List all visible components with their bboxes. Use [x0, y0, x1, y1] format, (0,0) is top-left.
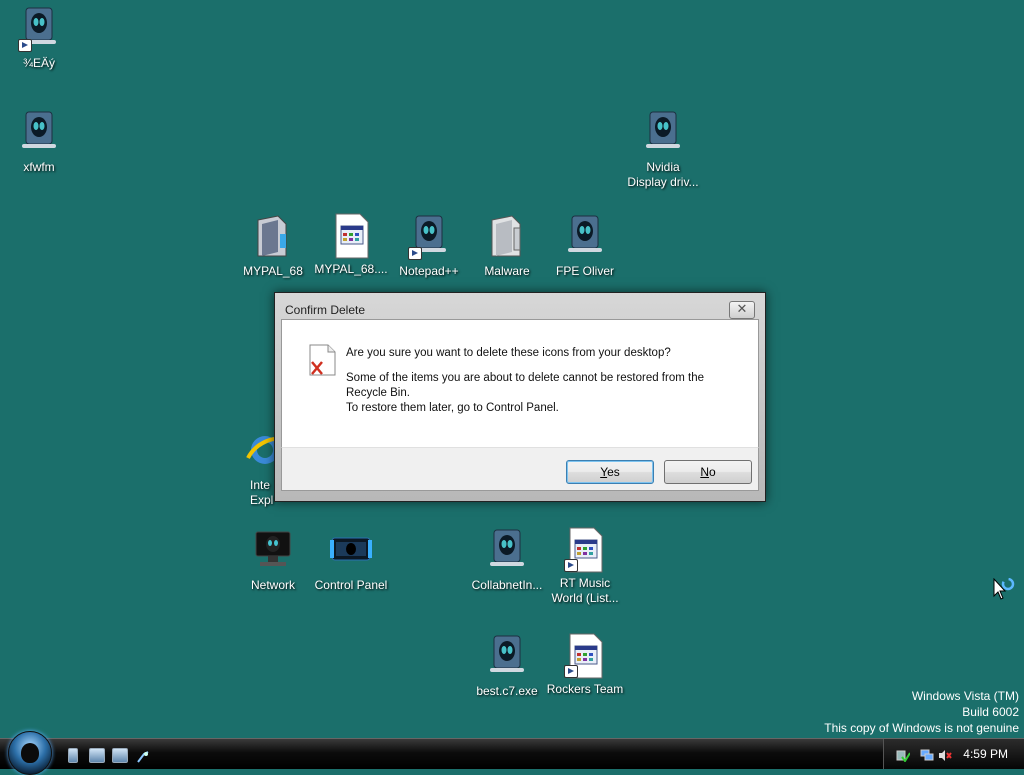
desktop-icon-label: xfwfm [23, 160, 55, 174]
alien-icon [486, 528, 528, 576]
desktop-icon-label: CollabnetIn... [471, 578, 543, 592]
alien-icon [18, 6, 60, 54]
desktop-icon-label: ¾EÄý [22, 56, 55, 70]
desktop-icon-label: MYPAL_68 [243, 264, 303, 278]
dialog-question: Are you sure you want to delete these ic… [346, 347, 671, 359]
desktop-icon-malware[interactable]: Malware [464, 214, 550, 279]
desktop-icon-rt-music-world[interactable]: RT Music World (List... [542, 526, 628, 606]
desktop-icon-notepadpp[interactable]: Notepad++ [386, 214, 472, 279]
desktop-icon-best-c7[interactable]: best.c7.exe [464, 634, 550, 699]
desktop-icon-label: Rockers Team [546, 682, 624, 696]
busy-cursor-icon [993, 577, 1015, 602]
desktop-icon-1[interactable]: ¾EÄý [0, 6, 82, 71]
no-button[interactable]: No [664, 460, 752, 484]
folder-icon [252, 214, 294, 262]
close-icon: ✕ [736, 302, 748, 317]
yes-button[interactable]: Yes [566, 460, 654, 484]
file-delete-icon [308, 344, 336, 376]
desktop-icon-nvidia-driver[interactable]: Nvidia Display driv... [620, 110, 706, 190]
desktop-icon-label: best.c7.exe [476, 684, 538, 698]
desktop-icon-label: Malware [484, 264, 530, 278]
desktop-icon-xfwfm[interactable]: xfwfm [0, 110, 82, 175]
dialog-note-line-1: Some of the items you are about to delet… [346, 372, 704, 384]
windows-watermark: Windows Vista (TM) Build 6002 This copy … [824, 688, 1019, 736]
alien-icon [18, 110, 60, 158]
watermark-genuine-notice: This copy of Windows is not genuine [824, 721, 1019, 735]
close-button[interactable]: ✕ [729, 301, 755, 319]
safely-remove-hardware-icon[interactable] [896, 747, 911, 763]
desktop-icon-label: RT Music World (List... [551, 576, 619, 605]
shortcut-arrow-icon [408, 247, 422, 260]
desktop-icon-label: FPE Oliver [555, 264, 614, 278]
start-button[interactable] [8, 731, 52, 775]
show-desktop-icon[interactable] [68, 748, 78, 763]
desktop-icon-label: Control Panel [314, 578, 388, 592]
volume-muted-icon[interactable] [938, 747, 952, 761]
switch-windows-icon[interactable] [89, 748, 105, 763]
desktop-icon-fpe-oliver[interactable]: FPE Oliver [542, 214, 628, 279]
quick-launch-app-icon[interactable] [136, 748, 150, 763]
alien-icon [642, 110, 684, 158]
network-icon [252, 528, 294, 576]
folder-icon [486, 214, 528, 262]
shortcut-arrow-icon [564, 665, 578, 678]
alien-icon [408, 214, 450, 262]
dialog-body: Are you sure you want to delete these ic… [281, 319, 759, 447]
desktop-icon-label: MYPAL_68.... [314, 262, 388, 276]
control-panel-icon [330, 528, 372, 576]
dialog-note-line-2: Recycle Bin. [346, 387, 410, 399]
network-status-icon[interactable] [920, 747, 934, 761]
alien-icon [486, 634, 528, 682]
desktop-icon-label: Network [250, 578, 295, 592]
dialog-message: Are you sure you want to delete these ic… [346, 346, 746, 416]
document-icon [564, 632, 606, 680]
desktop-icon-collabnet[interactable]: CollabnetIn... [464, 528, 550, 593]
desktop-icon-rockers-team[interactable]: Rockers Team [542, 632, 628, 697]
desktop-icon-mypal-68-doc[interactable]: MYPAL_68.... [308, 212, 394, 277]
desktop-icon-label: Nvidia Display driv... [627, 160, 699, 189]
taskbar: 4:59 PM [0, 731, 1024, 775]
shortcut-arrow-icon [18, 39, 32, 52]
document-icon [330, 212, 372, 260]
calculator-icon[interactable] [112, 748, 128, 763]
dialog-note-line-3: To restore them later, go to Control Pan… [346, 402, 559, 414]
taskbar-clock[interactable]: 4:59 PM [963, 747, 1008, 761]
watermark-product: Windows Vista (TM) [911, 689, 1019, 703]
dialog-title: Confirm Delete [285, 303, 366, 317]
desktop-icon-control-panel[interactable]: Control Panel [308, 528, 394, 593]
desktop-icon-network[interactable]: Network [230, 528, 316, 593]
confirm-delete-dialog: Confirm Delete ✕ Are you sure you want t… [274, 292, 766, 502]
watermark-build: Build 6002 [962, 705, 1019, 719]
document-icon [564, 526, 606, 574]
system-tray: 4:59 PM [883, 739, 1024, 769]
desktop-icon-label: Notepad++ [399, 264, 459, 278]
alien-icon [564, 214, 606, 262]
shortcut-arrow-icon [564, 559, 578, 572]
desktop-icon-mypal-68[interactable]: MYPAL_68 [230, 214, 316, 279]
dialog-footer: Yes No [281, 447, 759, 491]
